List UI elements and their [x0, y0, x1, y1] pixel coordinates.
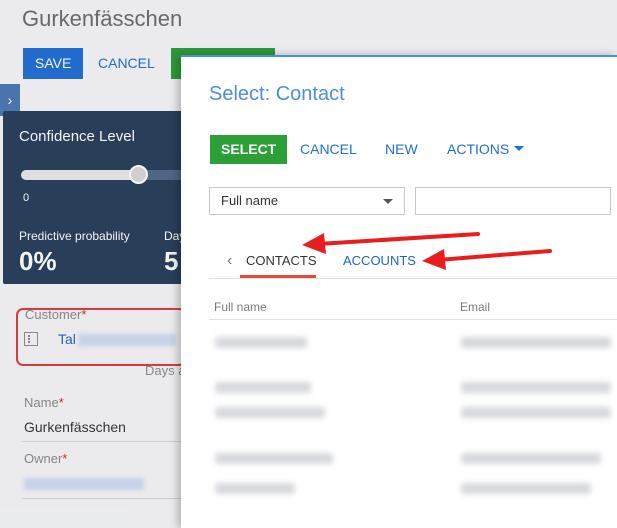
caret-down-icon	[383, 199, 393, 204]
table-row[interactable]	[215, 453, 333, 464]
table-row[interactable]	[215, 337, 307, 348]
column-header-email[interactable]: Email	[460, 300, 490, 314]
new-button[interactable]: NEW	[374, 135, 429, 164]
tab-scroll-left-icon[interactable]: ‹	[227, 252, 232, 270]
filter-input[interactable]	[415, 187, 611, 215]
caret-down-icon	[514, 145, 525, 151]
actions-button[interactable]: ACTIONS	[436, 135, 535, 164]
select-button[interactable]: SELECT	[210, 135, 288, 164]
table-row[interactable]	[461, 337, 611, 348]
table-row[interactable]	[461, 382, 611, 393]
tab-divider	[209, 278, 617, 279]
header-divider	[209, 319, 617, 320]
tab-accounts[interactable]: ACCOUNTS	[343, 253, 416, 268]
table-row[interactable]	[461, 453, 601, 464]
table-row[interactable]	[215, 483, 295, 494]
contact-list	[209, 322, 617, 507]
table-row[interactable]	[461, 407, 611, 418]
dialog-cancel-button[interactable]: CANCEL	[289, 135, 368, 164]
column-header-full-name[interactable]: Full name	[214, 300, 267, 314]
select-contact-dialog: Select: Contact SELECT CANCEL NEW ACTION…	[181, 55, 617, 528]
table-row[interactable]	[215, 382, 311, 393]
dialog-title: Select: Contact	[209, 83, 345, 105]
table-row[interactable]	[215, 407, 325, 418]
filter-column-select[interactable]: Full name	[209, 187, 405, 215]
tab-contacts[interactable]: CONTACTS	[246, 253, 317, 268]
table-row[interactable]	[461, 483, 591, 494]
